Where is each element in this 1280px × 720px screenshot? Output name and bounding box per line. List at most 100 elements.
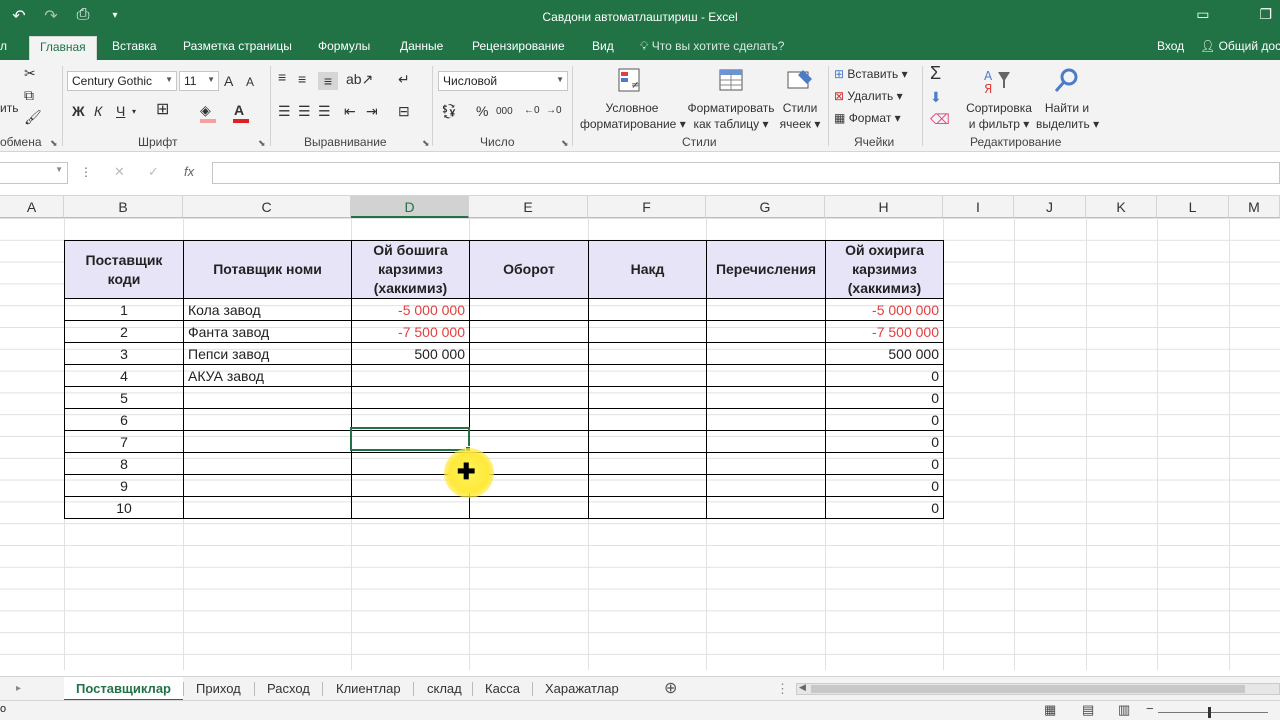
format-cells-button[interactable]: ▦ Формат ▾	[834, 110, 901, 126]
header-turnover[interactable]: Оборот	[469, 240, 589, 299]
insert-function-icon[interactable]: fx	[184, 164, 194, 179]
cell-supplier-code[interactable]: 6	[64, 408, 184, 431]
ribbon-display-icon[interactable]: ▭	[1196, 6, 1209, 23]
tab-formulas[interactable]: Формулы	[318, 39, 370, 53]
sheet-tab-clients[interactable]: Клиентлар	[336, 681, 401, 696]
font-color-icon[interactable]: A	[234, 101, 244, 119]
header-closing-balance[interactable]: Ой охирига карзимиз (хаккимиз)	[825, 240, 944, 299]
cell-transfers[interactable]	[706, 320, 826, 343]
decrease-indent-icon[interactable]: ⇤	[344, 102, 356, 120]
number-format-select[interactable]: Числовой ▼	[438, 71, 568, 91]
cell-cash[interactable]	[588, 496, 707, 519]
column-header-e[interactable]: E	[469, 196, 588, 218]
find-select-button[interactable]: Найти и выделить ▾	[1036, 100, 1099, 132]
normal-view-icon[interactable]: ▦	[1044, 702, 1056, 718]
cell-turnover[interactable]	[469, 320, 589, 343]
font-name-select[interactable]: Century Gothic ▼	[67, 71, 177, 91]
cell-transfers[interactable]	[706, 430, 826, 453]
clipboard-launcher-icon[interactable]: ⬊	[50, 138, 58, 149]
add-sheet-icon[interactable]: ⊕	[664, 678, 677, 698]
cell-closing-balance[interactable]: 0	[825, 364, 944, 387]
delete-cells-button[interactable]: ⊠ Удалить ▾	[834, 88, 903, 104]
cell-cash[interactable]	[588, 452, 707, 475]
cell-opening-balance[interactable]: -5 000 000	[351, 298, 470, 321]
column-header-f[interactable]: F	[588, 196, 706, 218]
sheet-tab-costs[interactable]: Харажатлар	[545, 681, 619, 696]
zoom-slider-thumb[interactable]	[1208, 707, 1211, 718]
cell-opening-balance[interactable]: 500 000	[351, 342, 470, 365]
cell-turnover[interactable]	[469, 364, 589, 387]
cancel-icon[interactable]: ✕	[114, 164, 125, 180]
cut-icon[interactable]: ✂	[24, 64, 36, 82]
cell-turnover[interactable]	[469, 298, 589, 321]
align-right-icon[interactable]: ☰	[318, 102, 331, 120]
underline-button[interactable]: Ч	[116, 102, 125, 120]
cell-supplier-code[interactable]: 4	[64, 364, 184, 387]
tell-me-box[interactable]: 💡︎ Что вы хотите сделать?	[640, 39, 784, 54]
wrap-text-icon[interactable]: ↵	[398, 70, 410, 88]
cell-closing-balance[interactable]: -7 500 000	[825, 320, 944, 343]
column-header-d[interactable]: D	[351, 196, 469, 218]
cell-supplier-name[interactable]: Пепси завод	[183, 342, 352, 365]
column-header-k[interactable]: K	[1086, 196, 1157, 218]
cell-transfers[interactable]	[706, 386, 826, 409]
active-cell[interactable]	[350, 427, 470, 451]
grow-font-icon[interactable]: A	[224, 72, 233, 90]
sheet-tab-suppliers[interactable]: Поставщиклар	[64, 677, 183, 701]
cell-supplier-name[interactable]	[183, 496, 352, 519]
alignment-launcher-icon[interactable]: ⬊	[422, 138, 430, 149]
cell-transfers[interactable]	[706, 298, 826, 321]
clear-icon[interactable]: ⌫	[930, 110, 950, 128]
restore-icon[interactable]: ❐	[1259, 6, 1272, 23]
cell-transfers[interactable]	[706, 342, 826, 365]
cell-cash[interactable]	[588, 386, 707, 409]
chevron-down-icon[interactable]: ▾	[132, 103, 136, 121]
cell-transfers[interactable]	[706, 496, 826, 519]
header-supplier-code[interactable]: Поставщик коди	[64, 240, 184, 299]
cell-styles-button[interactable]: Стили ячеек ▾	[778, 100, 822, 132]
copy-icon[interactable]: ⧉	[24, 86, 34, 104]
column-header-b[interactable]: B	[64, 196, 183, 218]
cell-opening-balance[interactable]	[351, 496, 470, 519]
align-middle-icon[interactable]: ≡	[298, 70, 306, 88]
cell-supplier-name[interactable]	[183, 386, 352, 409]
header-supplier-name[interactable]: Потавщик номи	[183, 240, 352, 299]
cell-cash[interactable]	[588, 474, 707, 497]
tab-split-grip-icon[interactable]: ⋮	[776, 681, 789, 697]
cell-turnover[interactable]	[469, 408, 589, 431]
align-bottom-icon[interactable]: ≡	[318, 72, 338, 90]
cell-opening-balance[interactable]	[351, 386, 470, 409]
zoom-slider[interactable]	[1158, 712, 1268, 713]
cell-cash[interactable]	[588, 342, 707, 365]
bold-button[interactable]: Ж	[72, 102, 85, 120]
align-center-icon[interactable]: ☰	[298, 102, 311, 120]
sheet-tab-warehouse[interactable]: склад	[427, 681, 462, 696]
scrollbar-thumb[interactable]	[811, 685, 1245, 693]
cell-supplier-name[interactable]	[183, 452, 352, 475]
cell-supplier-name[interactable]	[183, 474, 352, 497]
cell-supplier-name[interactable]: Кола завод	[183, 298, 352, 321]
cell-cash[interactable]	[588, 364, 707, 387]
autosum-icon[interactable]: Σ	[930, 64, 941, 82]
page-break-view-icon[interactable]: ▥	[1118, 702, 1130, 718]
share-button[interactable]: 👤︎ Общий дос	[1200, 39, 1280, 53]
cell-supplier-name[interactable]: Фанта завод	[183, 320, 352, 343]
enter-icon[interactable]: ✓	[148, 164, 159, 180]
insert-cells-button[interactable]: ⊞ Вставить ▾	[834, 66, 908, 82]
cell-supplier-code[interactable]: 5	[64, 386, 184, 409]
column-header-j[interactable]: J	[1014, 196, 1086, 218]
name-box[interactable]: ▼	[0, 162, 68, 184]
horizontal-scrollbar[interactable]: ◀	[796, 682, 1280, 695]
shrink-font-icon[interactable]: A	[246, 73, 254, 91]
cell-transfers[interactable]	[706, 452, 826, 475]
cell-turnover[interactable]	[469, 430, 589, 453]
cell-cash[interactable]	[588, 430, 707, 453]
font-size-select[interactable]: 11 ▼	[179, 71, 219, 91]
scroll-sheets-icon[interactable]: ▸	[16, 683, 21, 694]
italic-button[interactable]: К	[94, 102, 102, 120]
paste-label[interactable]: ить	[0, 100, 18, 116]
cell-cash[interactable]	[588, 320, 707, 343]
column-header-m[interactable]: M	[1229, 196, 1280, 218]
cell-supplier-code[interactable]: 7	[64, 430, 184, 453]
increase-indent-icon[interactable]: ⇥	[366, 102, 378, 120]
